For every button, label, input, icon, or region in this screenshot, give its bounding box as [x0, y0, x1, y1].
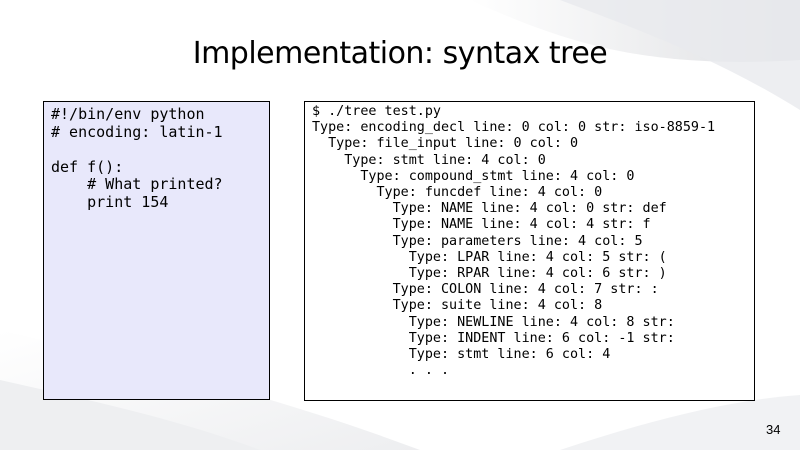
page-number: 34	[766, 422, 781, 437]
output-line: Type: NAME line: 4 col: 0 str: def	[312, 201, 667, 217]
terminal-output-box: $ ./tree test.py Type: encoding_decl line…	[304, 101, 755, 401]
output-line: Type: compound_stmt line: 4 col: 0	[312, 168, 635, 184]
output-line: Type: file_input line: 0 col: 0	[312, 136, 579, 152]
output-line: Type: parameters line: 4 col: 5	[312, 233, 643, 249]
output-line: Type: encoding_decl line: 0 col: 0 str: …	[312, 120, 716, 136]
output-line: Type: NEWLINE line: 4 col: 8 str:	[312, 314, 675, 330]
output-line: Type: stmt line: 4 col: 0	[312, 152, 546, 168]
code-line: #!/bin/env python	[51, 105, 205, 123]
output-line: $ ./tree test.py	[312, 104, 441, 119]
code-line: print 154	[51, 192, 169, 211]
output-line: Type: INDENT line: 6 col: -1 str:	[312, 330, 675, 346]
output-line: Type: funcdef line: 4 col: 0	[312, 185, 603, 201]
output-line: Type: suite line: 4 col: 8	[312, 298, 603, 314]
output-line: Type: stmt line: 6 col: 4	[312, 347, 611, 363]
output-line: . . .	[312, 363, 450, 379]
code-line: # What printed?	[51, 175, 223, 193]
output-line: Type: NAME line: 4 col: 4 str: f	[312, 217, 651, 233]
slide-title: Implementation: syntax tree	[192, 36, 608, 71]
output-line: Type: RPAR line: 4 col: 6 str: )	[312, 266, 667, 282]
output-line: Type: COLON line: 4 col: 7 str: :	[312, 282, 659, 298]
code-line: # encoding: latin-1	[51, 122, 223, 141]
output-line: Type: LPAR line: 4 col: 5 str: (	[312, 249, 667, 265]
source-code-box: #!/bin/env python # encoding: latin-1 def…	[43, 101, 270, 400]
code-line: def f():	[51, 157, 124, 176]
